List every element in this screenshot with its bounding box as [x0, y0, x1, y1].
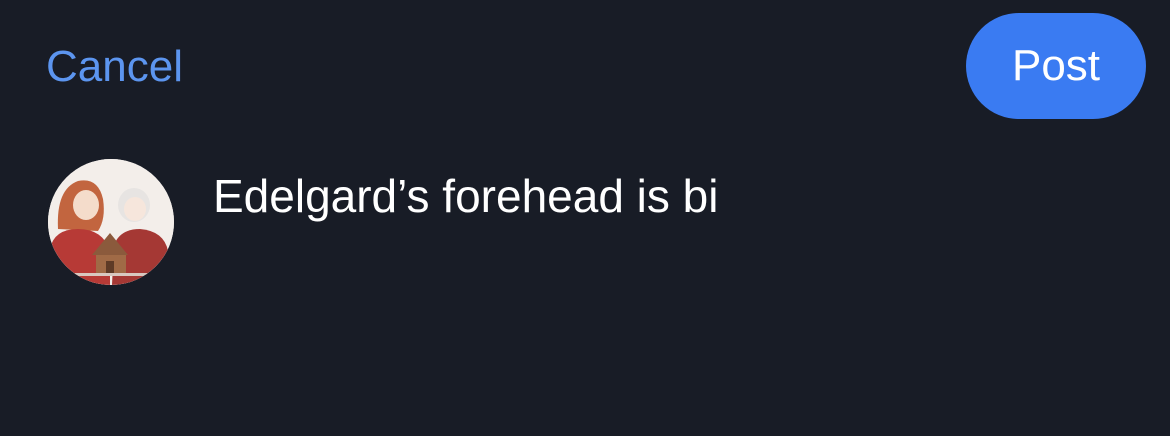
avatar[interactable] [48, 159, 174, 285]
post-text-input[interactable]: Edelgard’s forehead is bi [213, 166, 718, 226]
user-avatar-icon [48, 159, 174, 285]
post-button[interactable]: Post [966, 13, 1146, 119]
post-composer: Cancel Post Edelgard’s forehead is bi [0, 0, 1170, 436]
cancel-button[interactable]: Cancel [46, 40, 183, 94]
